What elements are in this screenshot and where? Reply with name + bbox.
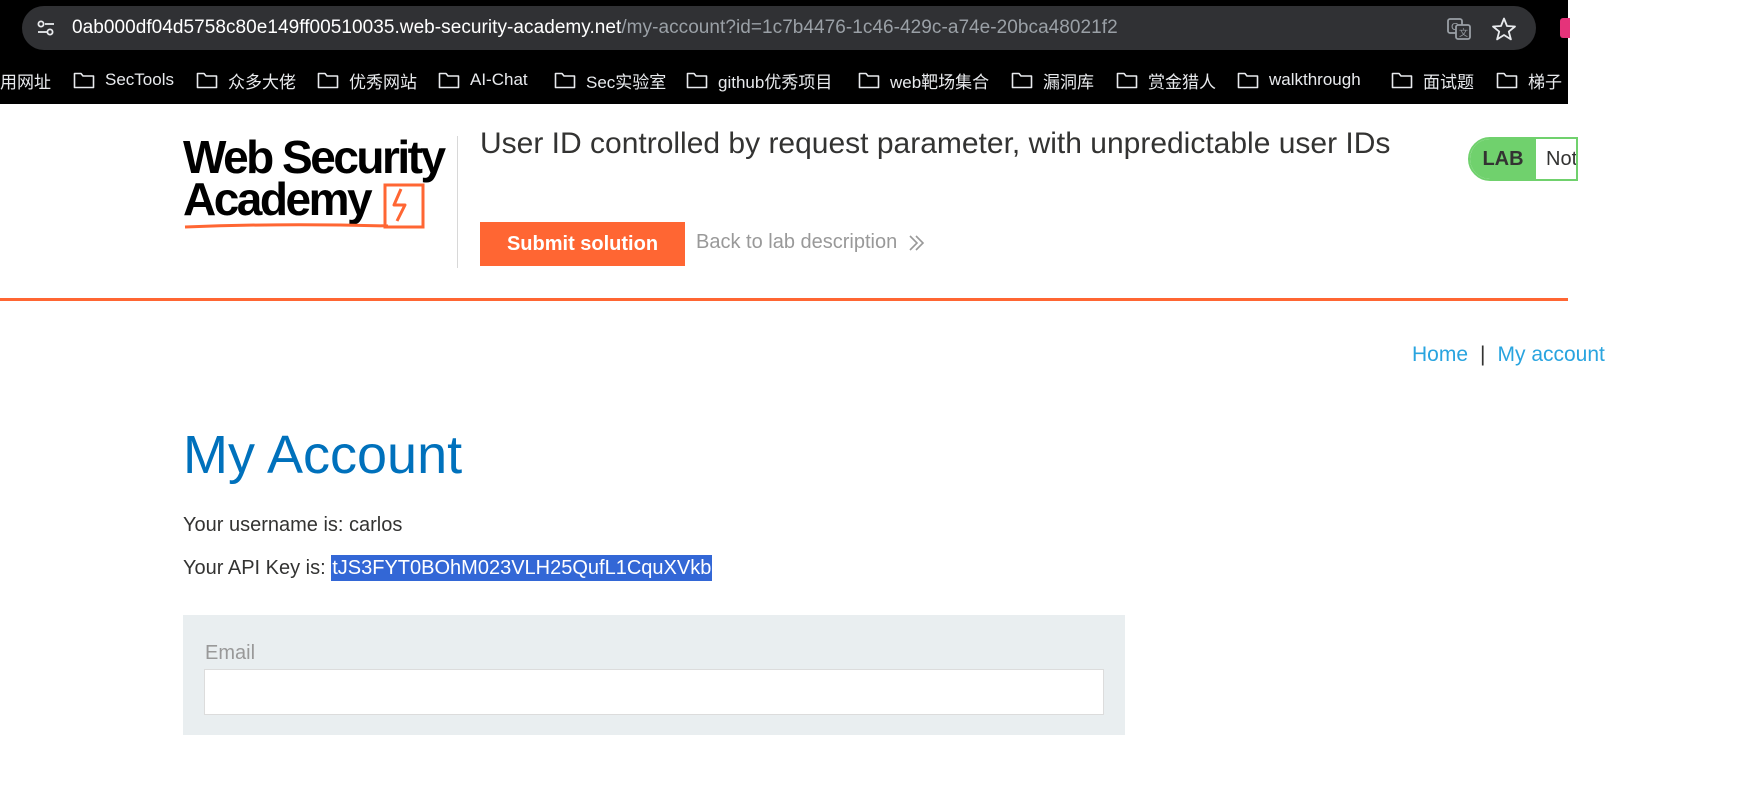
bookmark-item[interactable]: 用网址 — [0, 68, 51, 92]
email-form: Email — [183, 615, 1125, 735]
page-title: My Account — [183, 425, 463, 485]
bookmark-label: 面试题 — [1423, 72, 1474, 92]
folder-icon — [1237, 72, 1259, 89]
lab-header: Web Security Academy User ID controlled … — [0, 104, 1578, 301]
bookmark-folder[interactable]: 梯子 — [1496, 68, 1562, 92]
url-path: /my-account?id=1c7b4476-1c46-429c-a74e-2… — [621, 17, 1118, 38]
url-text[interactable]: 0ab000df04d5758c80e149ff00510035.web-sec… — [72, 17, 1118, 39]
nav-my-account-link[interactable]: My account — [1498, 343, 1605, 366]
bookmark-folder[interactable]: 赏金猎人 — [1116, 68, 1216, 92]
folder-icon — [1391, 72, 1413, 89]
email-label: Email — [205, 642, 256, 664]
svg-text:文: 文 — [1459, 27, 1468, 39]
back-link-label: Back to lab description — [696, 231, 898, 253]
url-host: 0ab000df04d5758c80e149ff00510035.web-sec… — [72, 17, 622, 38]
bookmark-folder[interactable]: AI-Chat — [438, 68, 528, 92]
bookmark-label: SecTools — [105, 70, 174, 89]
back-to-lab-description-link[interactable]: Back to lab description — [696, 231, 925, 254]
bookmark-label: AI-Chat — [470, 70, 528, 89]
double-chevron-right-icon — [909, 234, 925, 251]
bookmark-folder[interactable]: 优秀网站 — [317, 68, 417, 92]
top-nav: Home | My account — [1412, 343, 1605, 367]
site-info-icon[interactable] — [34, 16, 58, 40]
bookmark-folder[interactable]: 面试题 — [1391, 68, 1474, 92]
api-key-prefix: Your API Key is: — [183, 557, 332, 579]
bookmark-label: Sec实验室 — [586, 72, 667, 92]
bookmark-folder[interactable]: 漏洞库 — [1011, 68, 1094, 92]
lab-status-text: Not solved — [1546, 148, 1578, 170]
header-divider — [457, 136, 458, 268]
logo-line1: Web Security — [183, 131, 446, 183]
bookmark-star-icon[interactable] — [1491, 16, 1517, 42]
logo-underline — [184, 223, 389, 229]
api-key-value[interactable]: tJS3FYT0BOhM023VLH25QufL1CquXVkb — [331, 555, 713, 581]
username-line: Your username is: carlos — [183, 514, 402, 537]
bookmarks-bar: 用网址 SecTools 众多大佬 优秀网站 AI-Chat Sec实验室 gi… — [0, 56, 1568, 104]
username-prefix: Your username is: — [183, 514, 350, 536]
folder-icon — [554, 72, 576, 89]
bookmark-folder[interactable]: Sec实验室 — [554, 68, 666, 92]
folder-icon — [73, 72, 95, 89]
folder-icon — [196, 72, 218, 89]
bookmark-label: web靶场集合 — [890, 72, 990, 92]
folder-icon — [438, 72, 460, 89]
bookmark-label: 赏金猎人 — [1148, 72, 1216, 92]
folder-icon — [1116, 72, 1138, 89]
bookmark-label: walkthrough — [1269, 70, 1361, 89]
address-bar[interactable]: 0ab000df04d5758c80e149ff00510035.web-sec… — [22, 6, 1536, 50]
email-field[interactable] — [204, 669, 1104, 715]
bookmark-folder[interactable]: github优秀项目 — [686, 68, 832, 92]
bookmark-label: 众多大佬 — [228, 72, 296, 92]
bookmark-folder[interactable]: 众多大佬 — [196, 68, 296, 92]
bookmark-folder[interactable]: web靶场集合 — [858, 68, 989, 92]
bookmark-label: 用网址 — [0, 72, 51, 92]
nav-home-link[interactable]: Home — [1412, 343, 1468, 366]
bookmark-label: 梯子 — [1528, 72, 1562, 92]
lab-status-widget: LAB Not solved — [1468, 137, 1578, 181]
username-value: carlos — [349, 514, 403, 536]
folder-icon — [1496, 72, 1518, 89]
api-key-line: Your API Key is: tJS3FYT0BOhM023VLH25Quf… — [183, 555, 713, 581]
academy-logo[interactable]: Web Security Academy — [183, 131, 455, 236]
submit-solution-button[interactable]: Submit solution — [480, 222, 685, 266]
bookmark-folder[interactable]: SecTools — [73, 68, 174, 92]
folder-icon — [686, 72, 708, 89]
folder-icon — [1011, 72, 1033, 89]
folder-icon — [317, 72, 339, 89]
browser-toolbar: 0ab000df04d5758c80e149ff00510035.web-sec… — [0, 0, 1570, 56]
nav-separator: | — [1480, 343, 1486, 366]
bookmark-label: github优秀项目 — [718, 72, 833, 92]
bookmark-label: 漏洞库 — [1043, 72, 1094, 92]
lab-badge: LAB — [1470, 139, 1536, 179]
translate-icon[interactable]: G 文 — [1446, 16, 1472, 42]
extension-icon[interactable] — [1560, 18, 1570, 38]
bookmark-label: 优秀网站 — [349, 72, 417, 92]
lab-title: User ID controlled by request parameter,… — [480, 127, 1391, 160]
folder-icon — [858, 72, 880, 89]
bookmark-folder[interactable]: walkthrough — [1237, 68, 1361, 92]
